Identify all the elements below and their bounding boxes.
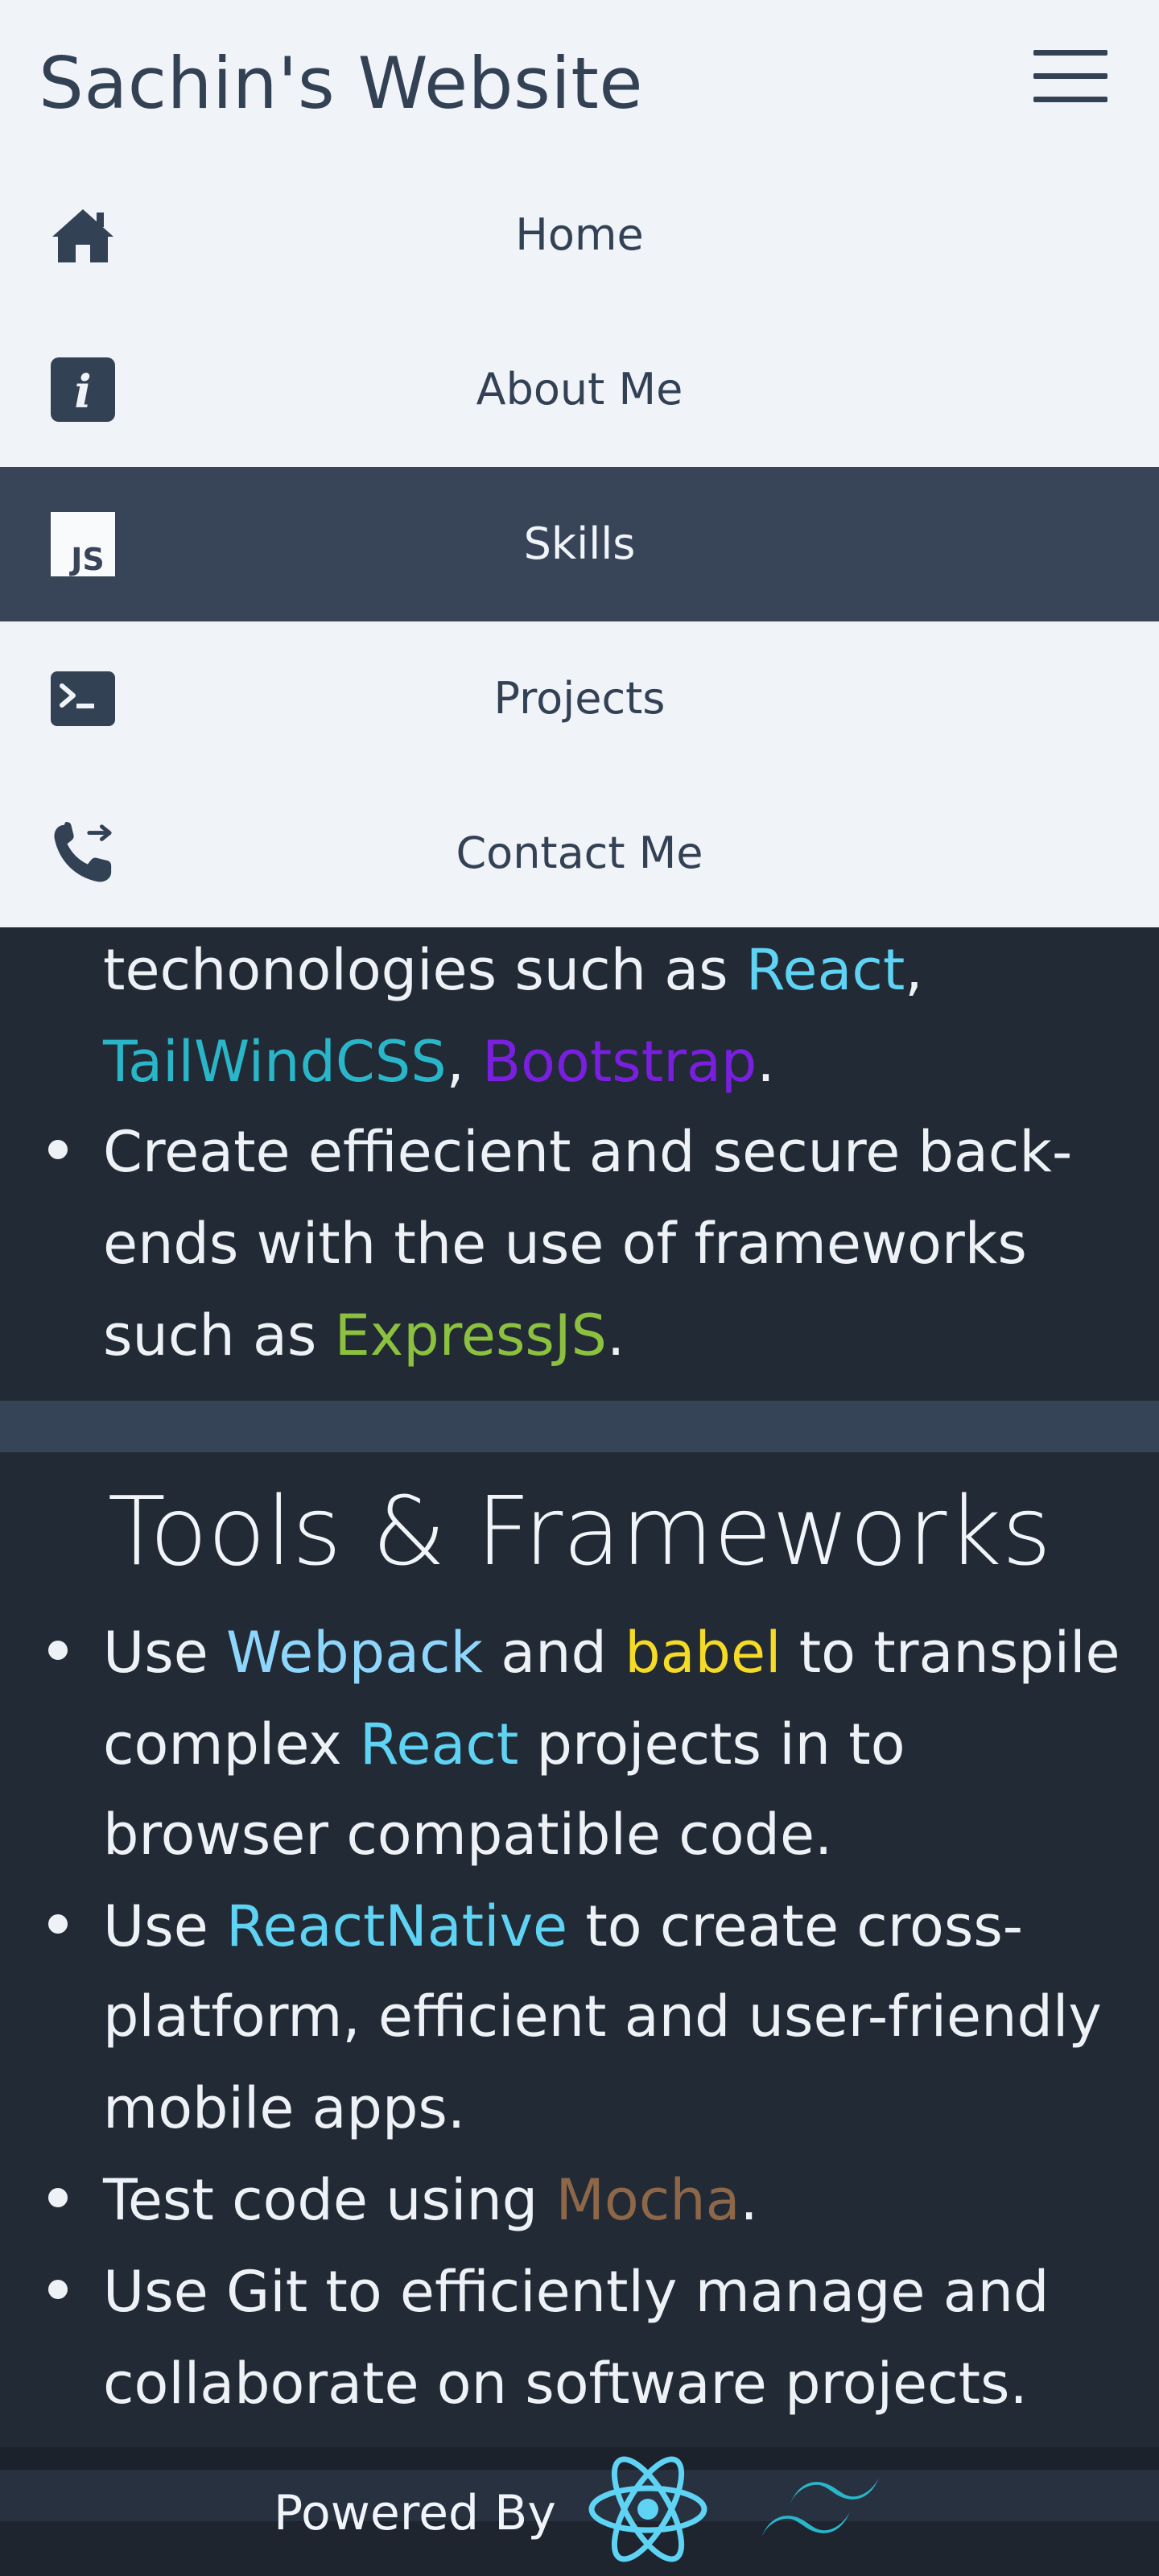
list-bullet — [48, 2188, 68, 2207]
text: Test code using — [103, 2167, 556, 2233]
nav-item-projects[interactable]: Projects — [0, 621, 1159, 776]
skills-text-line: techonologies such as React, — [103, 924, 923, 1016]
skills-content: techonologies such as React, TailWindCSS… — [0, 927, 1159, 2447]
nav-label: Projects — [493, 673, 666, 724]
nav-item-skills[interactable]: JS Skills — [0, 467, 1159, 621]
react-link: React — [745, 937, 905, 1003]
text: to transpile — [781, 1620, 1120, 1686]
footer-edge — [0, 2447, 1159, 2470]
section-title: Tools & Frameworks — [107, 1476, 1052, 1587]
hamburger-bar — [1033, 73, 1107, 79]
text: Use — [103, 1620, 227, 1686]
site-header: Sachin's Website Home i About Me JS Skil… — [0, 0, 1159, 927]
info-icon: i — [50, 357, 116, 423]
text: , — [446, 1029, 483, 1095]
list-item-continued: collaborate on software projects. — [103, 2351, 1028, 2417]
tools-section: Tools & Frameworks Use Webpack and babel… — [0, 1452, 1159, 2447]
nav-menu: Home i About Me JS Skills Projects Conta… — [0, 158, 1159, 931]
text: projects in to — [518, 1711, 905, 1777]
text: techonologies such as — [103, 937, 746, 1003]
footer-bottom-band — [0, 2521, 1159, 2576]
svg-text:JS: JS — [68, 542, 105, 576]
tailwind-logo-icon[interactable] — [760, 2475, 881, 2547]
section-divider — [0, 1401, 1159, 1452]
powered-by-text: Powered By — [274, 2485, 556, 2541]
nav-label: Skills — [523, 518, 636, 569]
list-bullet — [48, 1641, 68, 1660]
text: . — [740, 2167, 758, 2233]
hamburger-bar — [1033, 50, 1107, 56]
list-item-continued: ends with the use of frameworks — [103, 1211, 1027, 1277]
footer — [0, 2470, 1159, 2521]
expressjs-link: ExpressJS — [334, 1302, 607, 1368]
svg-text:i: i — [74, 365, 91, 419]
home-icon — [50, 202, 116, 268]
list-item: Use ReactNative to create cross- — [103, 1880, 1023, 1972]
list-bullet — [48, 2280, 68, 2299]
react-logo-icon[interactable] — [588, 2455, 708, 2563]
text: and — [483, 1620, 625, 1686]
text: such as — [103, 1302, 335, 1368]
web-development-section: techonologies such as React, TailWindCSS… — [0, 927, 1159, 1401]
hamburger-bar — [1033, 97, 1107, 102]
list-item-continued: browser compatible code. — [103, 1802, 833, 1868]
list-item: Test code using Mocha. — [103, 2154, 758, 2246]
bootstrap-link: Bootstrap — [482, 1029, 757, 1095]
terminal-icon — [50, 666, 116, 732]
nav-label: Home — [515, 209, 644, 260]
list-item: Create effiecient and secure back- — [103, 1119, 1073, 1185]
nav-item-home[interactable]: Home — [0, 158, 1159, 312]
list-item: Use Git to efficiently manage and — [103, 2259, 1050, 2325]
text: . — [606, 1302, 625, 1368]
react-link: React — [359, 1711, 519, 1777]
list-item-continued: platform, efficient and user-friendly — [103, 1984, 1102, 2050]
mocha-link: Mocha — [555, 2167, 740, 2233]
text: complex — [103, 1711, 360, 1777]
list-item-continued: complex React projects in to — [103, 1699, 905, 1790]
text: . — [757, 1029, 775, 1095]
text: Use — [103, 1893, 227, 1959]
site-title[interactable]: Sachin's Website — [39, 35, 643, 132]
nav-label: About Me — [476, 364, 683, 415]
text: to create cross- — [567, 1893, 1024, 1959]
list-bullet — [48, 1140, 68, 1159]
nav-label: Contact Me — [456, 828, 703, 878]
list-item-continued: mobile apps. — [103, 2075, 466, 2141]
javascript-icon: JS — [50, 511, 116, 577]
nav-item-contact[interactable]: Contact Me — [0, 776, 1159, 931]
list-bullet — [48, 1914, 68, 1934]
text: , — [905, 937, 923, 1003]
skills-text-line: TailWindCSS, Bootstrap. — [103, 1016, 775, 1108]
react-native-link: ReactNative — [226, 1893, 568, 1959]
nav-item-about[interactable]: i About Me — [0, 312, 1159, 467]
list-item: Use Webpack and babel to transpile — [103, 1607, 1120, 1699]
phone-forward-icon — [50, 820, 116, 886]
menu-toggle-button[interactable] — [1033, 50, 1107, 103]
babel-link: babel — [625, 1620, 782, 1686]
webpack-link: Webpack — [226, 1620, 483, 1686]
list-item-continued: such as ExpressJS. — [103, 1290, 625, 1381]
tailwind-link: TailWindCSS — [103, 1029, 447, 1095]
